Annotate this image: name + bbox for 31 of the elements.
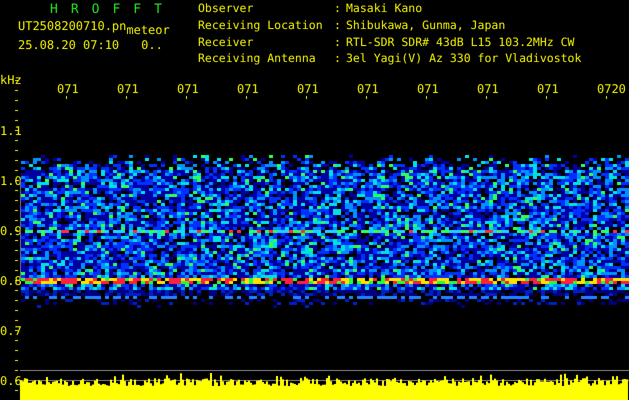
info-label: Receiving Location (198, 20, 324, 34)
info-value: Masaki Kano (346, 3, 424, 17)
time-label: 0720 (597, 82, 626, 96)
file-name: UT2508200710.pn (18, 18, 126, 35)
info-value: RTL-SDR SDR# 43dB L15 103.2MHz CW (346, 36, 576, 50)
file-suffix: meteor (126, 22, 170, 39)
time-label: 071 (117, 82, 139, 96)
info-value: 3el Yagi(V) Az 330 for Vladivostok (346, 53, 582, 68)
time-label: 071 (57, 82, 79, 96)
frequency-label: 0.7 (0, 324, 22, 338)
frequency-label: 1.1 (0, 124, 22, 138)
count-text: 0.. (141, 37, 163, 54)
info-label: Receiving Antenna (198, 53, 317, 68)
time-label: 071 (237, 82, 259, 96)
time-label: 071 (177, 82, 199, 96)
time-label: 071 (357, 82, 379, 96)
time-label: 071 (477, 82, 499, 96)
frequency-label: 0.8 (0, 274, 22, 288)
info-label: Observer (198, 3, 254, 17)
axis-unit-label: kHz (0, 73, 22, 87)
info-label: Receiver (198, 36, 254, 50)
time-label: 071 (537, 82, 559, 96)
time-label: 071 (297, 82, 319, 96)
info-value: Shibukawa, Gunma, Japan (346, 20, 506, 34)
app-title: HROFFT (49, 3, 176, 17)
timestamp: 25.08.20 07:10 (18, 37, 120, 54)
info-separator: : (334, 3, 342, 17)
time-label: 071 (417, 82, 439, 96)
info-separator: : (334, 36, 342, 50)
info-separator: : (334, 20, 342, 34)
info-separator: : (334, 53, 342, 68)
